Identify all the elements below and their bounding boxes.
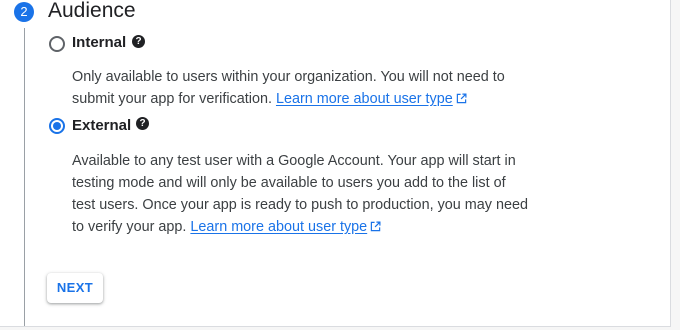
internal-option-label[interactable]: Internal xyxy=(72,34,126,52)
external-option-label[interactable]: External xyxy=(72,117,131,135)
step-number-badge: 2 xyxy=(14,2,34,22)
open-in-new-icon xyxy=(370,221,381,232)
internal-help-icon[interactable]: ? xyxy=(132,35,145,48)
external-learn-more-link[interactable]: Learn more about user type xyxy=(190,219,381,235)
audience-step-panel: 2 Audience Internal ? Only available to … xyxy=(0,0,671,327)
internal-learn-more-link-text[interactable]: Learn more about user type xyxy=(276,91,453,107)
external-radio-button[interactable] xyxy=(49,118,65,134)
external-help-icon[interactable]: ? xyxy=(136,117,149,130)
external-learn-more-link-text[interactable]: Learn more about user type xyxy=(190,219,367,235)
step-connector-line xyxy=(24,28,25,326)
internal-description: Only available to users within your orga… xyxy=(72,66,532,110)
open-in-new-icon xyxy=(456,93,467,104)
internal-learn-more-link[interactable]: Learn more about user type xyxy=(276,91,467,107)
internal-radio-button[interactable] xyxy=(49,36,65,52)
step-title: Audience xyxy=(48,0,136,22)
next-button[interactable]: NEXT xyxy=(47,273,103,303)
external-description: Available to any test user with a Google… xyxy=(72,150,532,238)
